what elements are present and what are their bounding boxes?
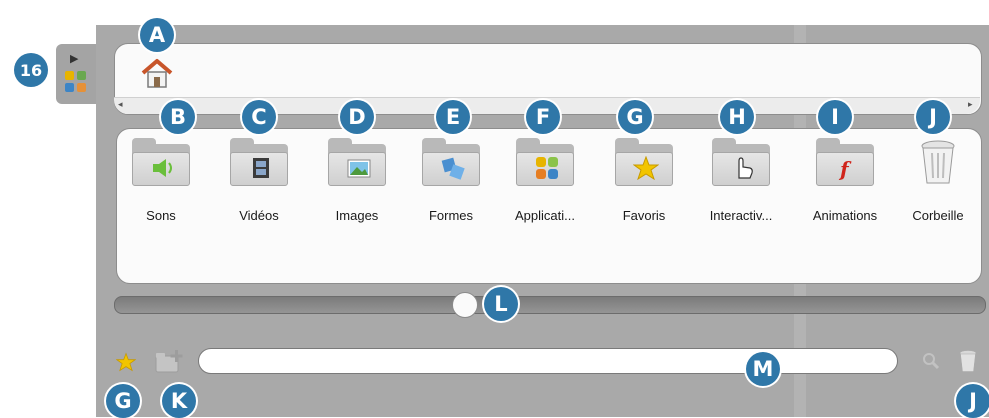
folder-label: Vidéos bbox=[239, 208, 279, 223]
callout-16: 16 bbox=[14, 53, 48, 87]
callout-c: C bbox=[242, 100, 276, 134]
search-input[interactable] bbox=[198, 348, 898, 374]
folder-formes[interactable]: Formes bbox=[403, 138, 499, 223]
picture-folder-icon bbox=[328, 138, 386, 186]
folder-label: Applicati... bbox=[515, 208, 575, 223]
callout-e: E bbox=[436, 100, 470, 134]
trash-bin[interactable]: Corbeille bbox=[890, 138, 986, 223]
scroll-right-button[interactable]: ▸ bbox=[968, 99, 973, 110]
folder-label: Formes bbox=[428, 208, 474, 223]
add-folder-icon[interactable] bbox=[155, 348, 185, 374]
flash-folder-icon: f bbox=[816, 138, 874, 186]
folder-label: Favoris bbox=[622, 208, 666, 223]
callout-f: F bbox=[526, 100, 560, 134]
callout-j: J bbox=[916, 100, 950, 134]
folder-sons[interactable]: Sons bbox=[113, 138, 209, 223]
svg-text:f: f bbox=[838, 157, 852, 180]
magnifier-icon[interactable] bbox=[922, 352, 940, 370]
callout-g-bottom: G bbox=[106, 384, 140, 418]
folder-favoris[interactable]: Favoris bbox=[596, 138, 692, 223]
star-icon[interactable] bbox=[116, 352, 136, 372]
film-folder-icon bbox=[230, 138, 288, 186]
trash-icon[interactable] bbox=[958, 349, 978, 373]
folder-animations[interactable]: f Animations bbox=[797, 138, 893, 223]
star-folder-icon bbox=[615, 138, 673, 186]
folder-applications[interactable]: Applicati... bbox=[497, 138, 593, 223]
callout-l: L bbox=[484, 287, 518, 321]
folder-label: Animations bbox=[812, 208, 878, 223]
folder-label: Corbeille bbox=[912, 208, 964, 223]
apps-folder-icon bbox=[516, 138, 574, 186]
scroll-left-button[interactable]: ◂ bbox=[118, 99, 123, 110]
folder-images[interactable]: Images bbox=[309, 138, 405, 223]
callout-h: H bbox=[720, 100, 754, 134]
callout-g: G bbox=[618, 100, 652, 134]
home-icon[interactable] bbox=[140, 58, 174, 90]
hand-cursor-folder-icon bbox=[712, 138, 770, 186]
gallery-side-tab[interactable]: ▶ bbox=[56, 44, 96, 104]
speaker-folder-icon bbox=[132, 138, 190, 186]
callout-d: D bbox=[340, 100, 374, 134]
folder-videos[interactable]: Vidéos bbox=[211, 138, 307, 223]
trash-icon bbox=[921, 140, 955, 184]
folder-label: Images bbox=[335, 208, 379, 223]
apps-grid-icon[interactable] bbox=[64, 70, 88, 94]
callout-m: M bbox=[746, 352, 780, 386]
callout-a: A bbox=[140, 18, 174, 52]
folder-label: Sons bbox=[146, 208, 176, 223]
slider-knob[interactable] bbox=[452, 292, 478, 318]
shapes-folder-icon bbox=[422, 138, 480, 186]
folder-label: Interactiv... bbox=[709, 208, 773, 223]
folder-interactivite[interactable]: Interactiv... bbox=[693, 138, 789, 223]
callout-j-bottom: J bbox=[956, 384, 989, 418]
callout-i: I bbox=[818, 100, 852, 134]
callout-b: B bbox=[161, 100, 195, 134]
play-icon[interactable]: ▶ bbox=[70, 52, 78, 65]
icon-size-slider[interactable] bbox=[114, 296, 986, 314]
callout-k: K bbox=[162, 384, 196, 418]
